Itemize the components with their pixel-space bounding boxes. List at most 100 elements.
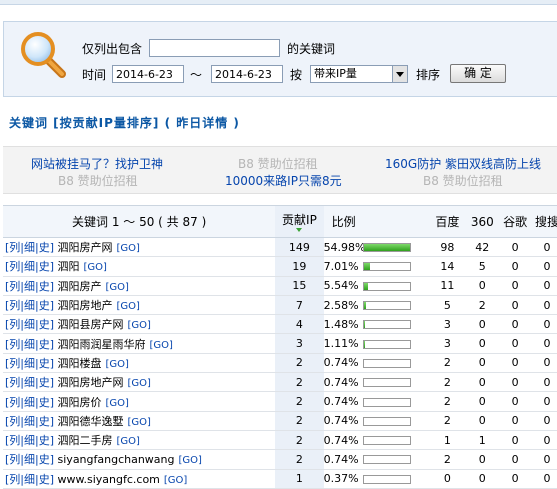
ratio-value: 0.74% [324,430,363,449]
history-link[interactable]: |史] [35,241,54,254]
sogou-column-header: 搜搜 [531,206,557,238]
keyword-cell: [列|细|史] 泗阳[GO] [3,257,275,276]
detail-link[interactable]: |细 [20,280,35,293]
go-link[interactable]: [GO] [164,475,187,486]
confirm-button[interactable]: 确 定 [450,64,506,83]
ad-link-5[interactable]: 10000来路IP只需8元 [225,172,342,189]
go-link[interactable]: [GO] [128,378,151,389]
go-link[interactable]: [GO] [84,262,107,273]
go-link[interactable]: [GO] [106,398,129,409]
360-value: 0 [465,469,499,488]
detail-link[interactable]: |细 [20,396,35,409]
sogou-value: 0 [531,353,557,372]
go-link[interactable]: [GO] [128,320,151,331]
list-link[interactable]: [列 [5,434,20,447]
history-link[interactable]: |史] [35,357,54,370]
history-link[interactable]: |史] [35,280,54,293]
google-value: 0 [499,238,531,257]
sort-by-select[interactable]: 带来IP量 [310,65,408,83]
list-link[interactable]: [列 [5,241,20,254]
history-link[interactable]: |史] [35,415,54,428]
go-link[interactable]: [GO] [150,340,173,351]
sogou-value: 0 [531,430,557,449]
detail-link[interactable]: |细 [20,434,35,447]
list-link[interactable]: [列 [5,396,20,409]
list-link[interactable]: [列 [5,376,20,389]
detail-link[interactable]: |细 [20,415,35,428]
detail-link[interactable]: |细 [20,338,35,351]
detail-link[interactable]: |细 [20,260,35,273]
detail-link[interactable]: |细 [20,357,35,370]
date-to-input[interactable] [211,65,283,83]
list-link[interactable]: [列 [5,299,20,312]
google-value: 0 [499,334,531,353]
go-link[interactable]: [GO] [106,282,129,293]
ratio-bar-cell [363,257,430,276]
detail-link[interactable]: |细 [20,241,35,254]
row-tools: [列|细|史] [5,241,54,254]
ad-link-1[interactable]: 网站被挂马了？找护卫神 [31,155,163,172]
contrib-ip-column-header[interactable]: 贡献IP [275,206,323,238]
history-link[interactable]: |史] [35,453,54,466]
go-link[interactable]: [GO] [117,243,140,254]
google-value: 0 [499,373,531,392]
table-row: [列|细|史] www.siyangfc.com[GO]10.37%0000 [3,469,557,488]
baidu-value: 5 [429,295,465,314]
detail-link[interactable]: |细 [20,376,35,389]
google-value: 0 [499,392,531,411]
history-link[interactable]: |史] [35,338,54,351]
go-link[interactable]: [GO] [106,359,129,370]
detail-link[interactable]: |细 [20,318,35,331]
contrib-ip-value: 3 [275,334,323,353]
dropdown-arrow-icon[interactable] [392,66,407,82]
keyword-cell: [列|细|史] 泗阳房产网[GO] [3,238,275,257]
list-link[interactable]: [列 [5,280,20,293]
go-link[interactable]: [GO] [128,417,151,428]
ratio-bar-cell [363,334,430,353]
keyword-text: 泗阳房产 [58,280,102,293]
ratio-bar-cell [363,392,430,411]
list-link[interactable]: [列 [5,318,20,331]
row-tools: [列|细|史] [5,357,54,370]
history-link[interactable]: |史] [35,376,54,389]
detail-link[interactable]: |细 [20,299,35,312]
go-link[interactable]: [GO] [117,301,140,312]
sogou-value: 0 [531,450,557,469]
ad-slot-4[interactable]: B8 赞助位招租 [58,172,138,189]
go-link[interactable]: [GO] [117,436,140,447]
ratio-bar [363,262,411,271]
date-from-input[interactable] [112,65,184,83]
table-row: [列|细|史] 泗阳房产[GO]155.54%11000 [3,276,557,295]
ratio-bar [363,320,411,329]
360-column-header: 360 [465,206,499,238]
go-link[interactable]: [GO] [179,455,202,466]
360-value: 0 [465,315,499,334]
ratio-bar [363,359,411,368]
ratio-bar-cell [363,469,430,488]
keyword-filter-input[interactable] [149,39,280,57]
history-link[interactable]: |史] [35,318,54,331]
history-link[interactable]: |史] [35,299,54,312]
list-link[interactable]: [列 [5,260,20,273]
contrib-ip-value: 2 [275,353,323,372]
list-link[interactable]: [列 [5,453,20,466]
history-link[interactable]: |史] [35,396,54,409]
ratio-value: 0.74% [324,373,363,392]
list-link[interactable]: [列 [5,357,20,370]
ratio-bar [363,243,411,252]
by-label: 按 [290,66,302,83]
list-link[interactable]: [列 [5,415,20,428]
time-label: 时间 [82,66,106,83]
google-value: 0 [499,450,531,469]
detail-link[interactable]: |细 [20,453,35,466]
history-link[interactable]: |史] [35,434,54,447]
ad-link-3[interactable]: 160G防护 紫田双线高防上线 [385,155,541,172]
sogou-value: 0 [531,238,557,257]
list-link[interactable]: [列 [5,338,20,351]
history-link[interactable]: |史] [35,260,54,273]
keyword-cell: [列|细|史] 泗阳楼盘[GO] [3,353,275,372]
ad-slot-2[interactable]: B8 赞助位招租 [238,155,318,172]
google-value: 0 [499,430,531,449]
ad-slot-6[interactable]: B8 赞助位招租 [423,172,503,189]
google-value: 0 [499,257,531,276]
